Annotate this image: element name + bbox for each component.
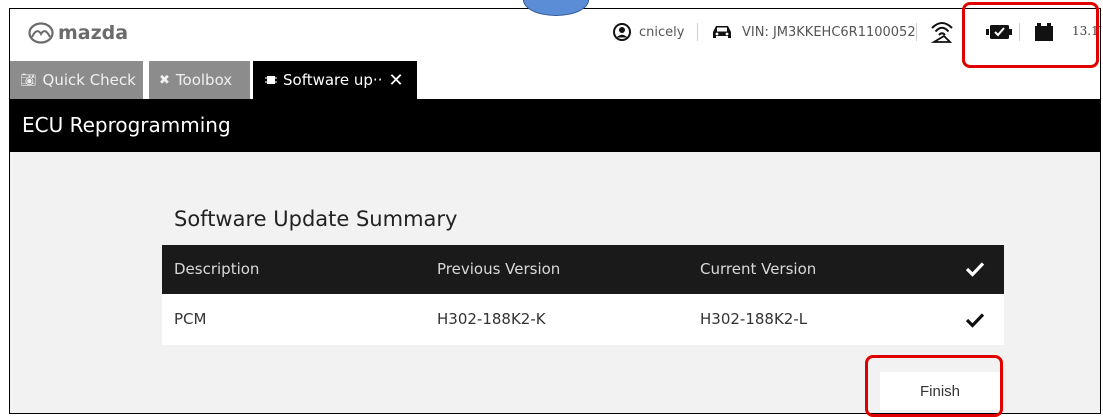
- tab-label: Software up··: [283, 71, 383, 89]
- app-window: mazda cnicely VIN: JM3KKEHC6R1100052 13.…: [9, 8, 1101, 414]
- table-row: PCM H302-188K2-K H302-188K2-L: [162, 294, 1004, 345]
- mazda-logo: mazda: [28, 22, 128, 44]
- row-previous-version: H302-188K2-K: [437, 310, 546, 328]
- row-description: PCM: [174, 310, 207, 328]
- tab-label: Toolbox: [175, 71, 233, 89]
- close-icon[interactable]: ✕: [388, 70, 403, 91]
- user-icon: [613, 23, 631, 41]
- divider: [697, 23, 698, 41]
- tab-quick-check[interactable]: 📷︎ Quick Check: [10, 61, 143, 99]
- tab-software-update[interactable]: Software up·· ✕: [253, 61, 417, 99]
- user-info[interactable]: cnicely: [613, 23, 684, 41]
- vin-number: VIN: JM3KKEHC6R1100052: [742, 24, 916, 40]
- tab-toolbox[interactable]: ✖ Toolbox: [149, 61, 250, 99]
- tab-bar: 📷︎ Quick Check ✖ Toolbox Software up·· ✕: [10, 55, 1100, 99]
- row-current-version: H302-188K2-L: [700, 310, 808, 328]
- table-header: Description Previous Version Current Ver…: [162, 245, 1004, 294]
- column-header-description: Description: [174, 260, 260, 278]
- svg-text:mazda: mazda: [58, 22, 128, 44]
- vehicle-info: VIN: JM3KKEHC6R1100052: [710, 23, 916, 41]
- checkmark-icon: [965, 313, 985, 328]
- camera-icon: 📷︎: [20, 72, 37, 88]
- divider: [916, 23, 917, 41]
- page-title: ECU Reprogramming: [10, 99, 1100, 152]
- annotation-box-status: [962, 2, 1099, 68]
- summary-title: Software Update Summary: [174, 207, 458, 231]
- signal-icon: [930, 22, 953, 43]
- annotation-box-finish: [865, 355, 1003, 417]
- column-header-current-version: Current Version: [700, 260, 817, 278]
- checkmark-icon: [965, 262, 985, 277]
- summary-table: Description Previous Version Current Ver…: [162, 245, 1004, 345]
- column-header-previous-version: Previous Version: [437, 260, 561, 278]
- tools-icon: ✖: [159, 72, 170, 88]
- chip-icon: [265, 76, 277, 84]
- tab-label: Quick Check: [42, 71, 136, 89]
- car-icon: [713, 26, 731, 38]
- username: cnicely: [639, 24, 685, 40]
